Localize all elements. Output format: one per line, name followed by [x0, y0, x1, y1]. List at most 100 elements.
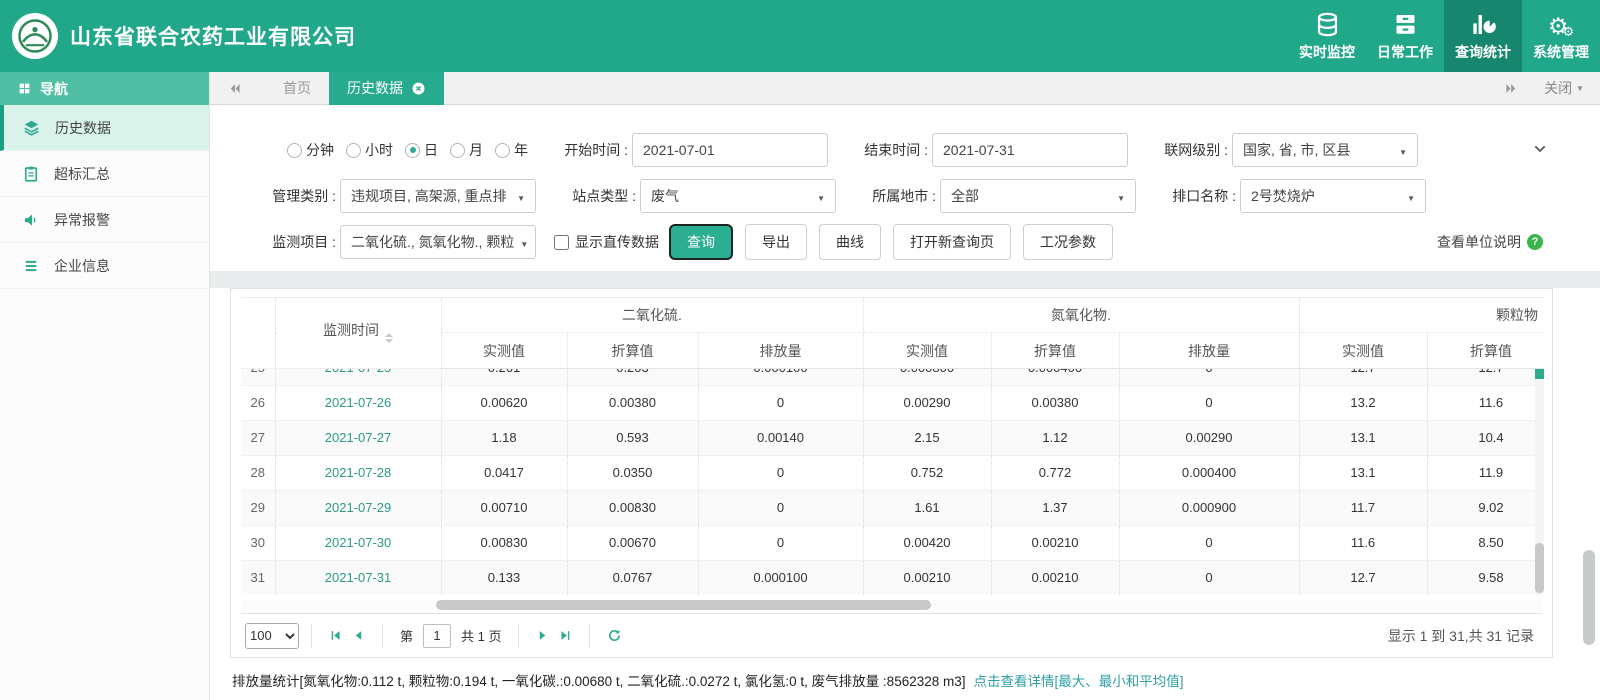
- date-link-cell[interactable]: 2021-07-31: [275, 560, 442, 595]
- radio-circle[interactable]: [346, 142, 361, 158]
- management-category-select[interactable]: 违规项目, 高架源, 重点排: [340, 179, 536, 213]
- refresh-icon[interactable]: [607, 628, 622, 643]
- close-tabs-menu[interactable]: 关闭: [1544, 78, 1584, 98]
- sub-column-header: 实测值: [863, 332, 992, 369]
- radio-option-年[interactable]: 年: [495, 140, 528, 160]
- value-cell: 0.00380: [991, 385, 1120, 421]
- tab-close-icon[interactable]: [411, 81, 426, 96]
- last-page-button[interactable]: [559, 629, 572, 642]
- value-cell: 0.203: [567, 369, 699, 386]
- radio-circle[interactable]: [405, 142, 420, 158]
- nav-item-system-admin[interactable]: ⚙ ⚙ 系统管理: [1522, 0, 1600, 72]
- outlet-name-select[interactable]: 2号焚烧炉: [1240, 179, 1426, 213]
- condition-params-button[interactable]: 工况参数: [1023, 224, 1113, 260]
- radio-option-月[interactable]: 月: [450, 140, 483, 160]
- site-type-label: 站点类型 :: [572, 188, 636, 204]
- grid-icon: [18, 82, 31, 95]
- value-cell: 1.12: [991, 420, 1120, 456]
- nav-item-query-stats[interactable]: 查询统计: [1444, 0, 1522, 72]
- date-link-cell[interactable]: 2021-07-29: [275, 490, 442, 526]
- start-time-input[interactable]: [632, 133, 828, 167]
- page-size-select[interactable]: 100: [245, 622, 299, 649]
- date-link-cell[interactable]: 2021-07-28: [275, 455, 442, 491]
- date-link-cell[interactable]: 2021-07-30: [275, 525, 442, 561]
- monitor-items-select[interactable]: 二氧化硫., 氮氧化物., 颗粒: [340, 225, 536, 259]
- value-cell: 13.1: [1299, 455, 1428, 491]
- value-cell: 0.000400: [991, 369, 1120, 386]
- date-link-cell[interactable]: 2021-07-26: [275, 385, 442, 421]
- time-column-header[interactable]: 监测时间: [275, 297, 442, 369]
- query-button[interactable]: 查询: [669, 224, 733, 260]
- value-cell: 0: [698, 525, 864, 561]
- first-page-button[interactable]: [329, 629, 342, 642]
- value-cell: 10.4: [1427, 420, 1544, 456]
- page-number-input[interactable]: [423, 623, 452, 648]
- network-level-label: 联网级别 :: [1164, 142, 1228, 158]
- site-type-select[interactable]: 废气: [640, 179, 836, 213]
- filter-panel: 分钟 小时 日 月 年 开始时间 : 结束时间 : 联网级别 : 国家, 省, 市, 区…: [210, 105, 1600, 271]
- radio-option-分钟[interactable]: 分钟: [287, 140, 334, 160]
- nav-item-label: 日常工作: [1377, 44, 1433, 60]
- value-cell: 1.61: [863, 490, 992, 526]
- tabs-scroll-left-icon[interactable]: [228, 81, 243, 96]
- direct-data-checkbox[interactable]: [554, 234, 569, 250]
- horizontal-scroll-thumb[interactable]: [436, 600, 931, 610]
- direct-data-label: 显示直传数据: [575, 234, 659, 250]
- sidebar-item-exceed-summary[interactable]: 超标汇总: [0, 151, 209, 197]
- export-button[interactable]: 导出: [745, 224, 807, 260]
- open-new-query-button[interactable]: 打开新查询页: [893, 224, 1011, 260]
- radio-circle[interactable]: [495, 142, 510, 158]
- nav-item-daily-work[interactable]: 日常工作: [1366, 0, 1444, 72]
- vertical-scroll-thumb[interactable]: [1535, 543, 1544, 593]
- radio-circle[interactable]: [450, 142, 465, 158]
- date-link-cell[interactable]: 2021-07-25: [275, 369, 442, 386]
- value-cell: 0.00420: [863, 525, 992, 561]
- row-number-cell: 26: [241, 385, 276, 421]
- tab-home[interactable]: 首页: [265, 72, 329, 105]
- date-link-cell[interactable]: 2021-07-27: [275, 420, 442, 456]
- sidebar-item-abnormal-alarm[interactable]: 异常报警: [0, 197, 209, 243]
- value-cell: 0.000100: [698, 560, 864, 595]
- value-cell: 0.00380: [567, 385, 699, 421]
- table-vertical-scrollbar[interactable]: [1535, 369, 1544, 595]
- unit-note-label: 查看单位说明: [1437, 234, 1521, 250]
- sidebar-item-company-info[interactable]: 企业信息: [0, 243, 209, 289]
- nav-item-label: 查询统计: [1455, 44, 1511, 60]
- previous-page-button[interactable]: [352, 629, 365, 642]
- row-number-cell: 31: [241, 560, 276, 595]
- view-details-link[interactable]: 点击查看详情[最大、最小和平均值]: [974, 670, 1184, 690]
- tabs-scroll-right-icon[interactable]: [1503, 81, 1518, 96]
- tab-history-data[interactable]: 历史数据: [329, 72, 444, 105]
- radio-circle[interactable]: [287, 142, 302, 158]
- drawer-icon: [1392, 10, 1419, 38]
- start-time-label: 开始时间 :: [564, 142, 628, 158]
- curve-button[interactable]: 曲线: [819, 224, 881, 260]
- sort-icon[interactable]: [385, 329, 393, 347]
- sub-column-header: 排放量: [1119, 332, 1300, 369]
- page-scrollbar-thumb[interactable]: [1583, 550, 1595, 645]
- value-cell: 11.6: [1299, 525, 1428, 561]
- nav-item-realtime-monitor[interactable]: 实时监控: [1288, 0, 1366, 72]
- end-time-input[interactable]: [932, 133, 1128, 167]
- radio-option-日[interactable]: 日: [405, 140, 438, 160]
- radio-option-小时[interactable]: 小时: [346, 140, 393, 160]
- value-cell: 0: [1119, 525, 1300, 561]
- city-label: 所属地市 :: [872, 188, 936, 204]
- value-cell: 0.00290: [1119, 420, 1300, 456]
- sidebar-item-label: 历史数据: [55, 119, 111, 136]
- value-cell: 0: [1119, 369, 1300, 386]
- city-select[interactable]: 全部: [940, 179, 1136, 213]
- city-value: 全部: [951, 188, 979, 204]
- filter-row-2: 管理类别 : 违规项目, 高架源, 重点排 站点类型 : 废气 所属地市 : 全…: [210, 173, 1600, 219]
- unit-note-link[interactable]: 查看单位说明 ?: [1437, 232, 1543, 252]
- pollutant-group-header: 颗粒物: [1299, 297, 1544, 333]
- table-row: 27 2021-07-27 1.18 0.593 0.00140 2.15 1.12 0.00…: [241, 420, 1544, 456]
- network-level-select[interactable]: 国家, 省, 市, 区县: [1232, 133, 1418, 167]
- value-cell: 0: [1119, 560, 1300, 595]
- mee-logo-icon: [12, 13, 58, 59]
- value-cell: 0.593: [567, 420, 699, 456]
- next-page-button[interactable]: [536, 629, 549, 642]
- value-cell: 0: [698, 490, 864, 526]
- collapse-filters-icon[interactable]: [1532, 141, 1548, 157]
- sidebar-item-history-data[interactable]: 历史数据: [0, 105, 209, 151]
